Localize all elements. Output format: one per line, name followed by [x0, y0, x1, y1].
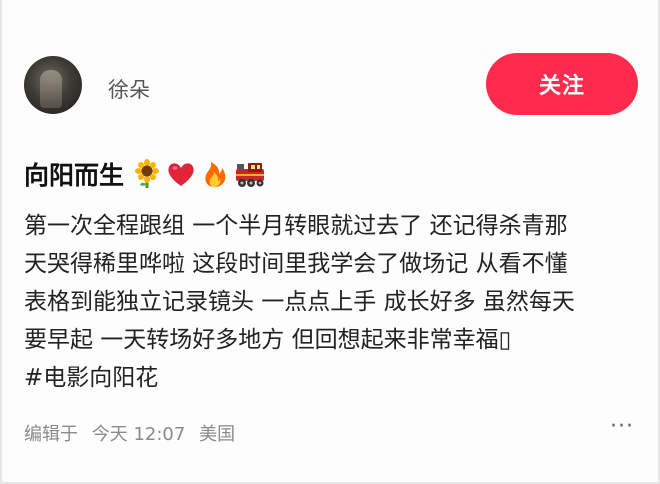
post-body: 第一次全程跟组 一个半月转眼就过去了 还记得杀青那 天哭得稀里哗啦 这段时间里我…: [24, 207, 644, 397]
more-options-icon[interactable]: ···: [610, 414, 634, 439]
fire-icon: [200, 159, 230, 189]
sunflower-icon: [132, 159, 162, 189]
post-card: 徐朵 关注 向阳而生 第一次全程跟组 一个半月转眼就过去了 还记得杀青那 天哭得…: [0, 0, 660, 484]
post-location: 美国: [199, 424, 236, 445]
follow-button[interactable]: 关注: [486, 53, 638, 115]
avatar[interactable]: [24, 56, 82, 114]
edited-label: 编辑于: [24, 424, 78, 445]
post-meta: 编辑于 今天 12:07 美国: [24, 420, 235, 446]
hashtag-link[interactable]: #电影向阳花: [24, 359, 644, 397]
post-body-line: 天哭得稀里哗啦 这段时间里我学会了做场记 从看不懂: [24, 251, 568, 277]
username[interactable]: 徐朵: [108, 74, 150, 104]
train-icon: [234, 159, 265, 189]
post-title: 向阳而生: [24, 161, 125, 190]
post-title-row: 向阳而生: [24, 156, 265, 192]
heart-icon: [166, 159, 196, 189]
post-time: 今天 12:07: [91, 424, 186, 445]
avatar-figure: [40, 70, 62, 108]
post-body-line: 表格到能独立记录镜头 一点点上手 成长好多 虽然每天: [24, 289, 575, 315]
post-body-line: 要早起 一天转场好多地方 但回想起来非常幸福▯: [24, 327, 512, 353]
post-header: 徐朵 关注: [24, 46, 638, 116]
post-body-line: 第一次全程跟组 一个半月转眼就过去了 还记得杀青那: [24, 213, 568, 239]
